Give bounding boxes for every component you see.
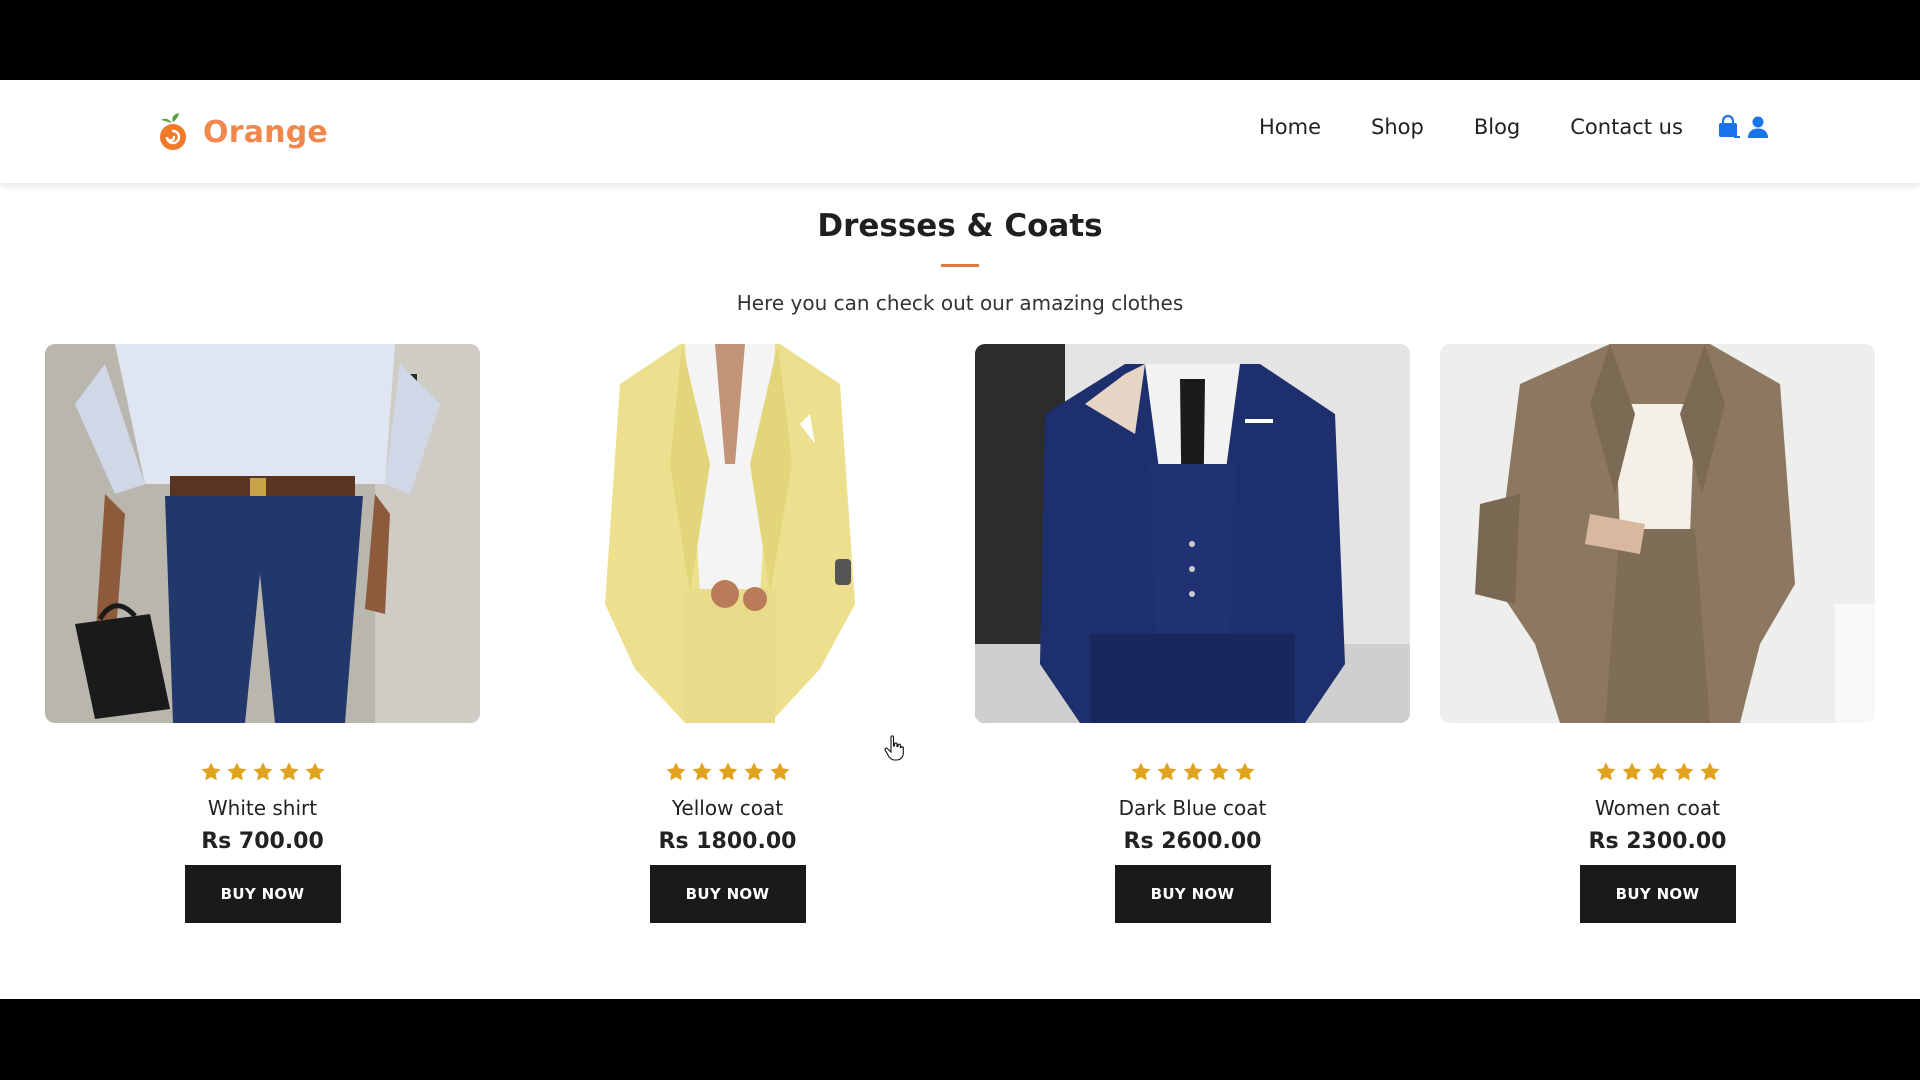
star-icon <box>1131 762 1150 781</box>
star-icon <box>201 762 220 781</box>
shopping-bag-icon[interactable] <box>1715 114 1741 140</box>
star-icon <box>1209 762 1228 781</box>
product-name: White shirt <box>207 796 318 820</box>
star-icon <box>305 762 324 781</box>
product-image-white-shirt[interactable] <box>45 344 480 723</box>
main-nav: Home Shop Blog Contact us <box>1259 114 1775 140</box>
star-icon <box>770 762 789 781</box>
star-icon <box>253 762 272 781</box>
brand-name: Orange <box>203 114 328 150</box>
product-name: Women coat <box>1595 796 1720 820</box>
product-card: Yellow coat Rs 1800.00 BUY NOW <box>510 344 945 923</box>
buy-now-button[interactable]: BUY NOW <box>649 865 806 923</box>
star-icon <box>718 762 737 781</box>
star-icon <box>1648 762 1667 781</box>
star-icon <box>1596 762 1615 781</box>
star-icon <box>666 762 685 781</box>
product-price: Rs 2300.00 <box>1588 829 1727 854</box>
letterbox-top <box>0 0 1920 80</box>
star-icon <box>279 762 298 781</box>
brand-logo[interactable]: Orange <box>155 110 328 154</box>
product-image-yellow-coat[interactable] <box>510 344 945 723</box>
product-grid: White shirt Rs 700.00 BUY NOW Yellow coa… <box>45 344 1875 923</box>
user-icon[interactable] <box>1745 114 1771 140</box>
title-underline <box>941 264 979 267</box>
nav-blog[interactable]: Blog <box>1474 115 1520 139</box>
product-image-dark-blue-coat[interactable] <box>975 344 1410 723</box>
product-price: Rs 1800.00 <box>658 829 797 854</box>
rating-stars <box>200 761 326 783</box>
yellow-coat-illustration <box>510 344 945 723</box>
product-price: Rs 2600.00 <box>1123 829 1262 854</box>
rating-stars <box>665 761 791 783</box>
nav-contact-us[interactable]: Contact us <box>1570 115 1683 139</box>
star-icon <box>227 762 246 781</box>
letterbox-bottom <box>0 999 1920 1080</box>
product-name: Dark Blue coat <box>1118 796 1267 820</box>
buy-now-button[interactable]: BUY NOW <box>184 865 341 923</box>
product-name: Yellow coat <box>671 796 784 820</box>
product-image-women-coat[interactable] <box>1440 344 1875 723</box>
dark-blue-coat-illustration <box>975 344 1410 723</box>
section-title: Dresses & Coats <box>817 208 1103 244</box>
product-card: Women coat Rs 2300.00 BUY NOW <box>1440 344 1875 923</box>
product-card: White shirt Rs 700.00 BUY NOW <box>45 344 480 923</box>
women-coat-illustration <box>1440 344 1875 723</box>
star-icon <box>1183 762 1202 781</box>
star-icon <box>1674 762 1693 781</box>
orange-logo-icon <box>160 113 186 150</box>
star-icon <box>1157 762 1176 781</box>
product-card: Dark Blue coat Rs 2600.00 BUY NOW <box>975 344 1410 923</box>
nav-shop[interactable]: Shop <box>1371 115 1424 139</box>
section-subtitle: Here you can check out our amazing cloth… <box>736 291 1184 315</box>
buy-now-button[interactable]: BUY NOW <box>1579 865 1736 923</box>
star-icon <box>1700 762 1719 781</box>
nav-home[interactable]: Home <box>1259 115 1321 139</box>
star-icon <box>744 762 763 781</box>
page: Orange Home Shop Blog Contact us Dresses… <box>0 80 1920 999</box>
white-shirt-illustration <box>45 344 480 723</box>
star-icon <box>692 762 711 781</box>
product-price: Rs 700.00 <box>201 829 324 854</box>
site-header: Orange Home Shop Blog Contact us <box>0 80 1920 183</box>
star-icon <box>1622 762 1641 781</box>
rating-stars <box>1130 761 1256 783</box>
hand-cursor-icon <box>884 735 904 761</box>
rating-stars <box>1595 761 1721 783</box>
star-icon <box>1235 762 1254 781</box>
buy-now-button[interactable]: BUY NOW <box>1114 865 1271 923</box>
